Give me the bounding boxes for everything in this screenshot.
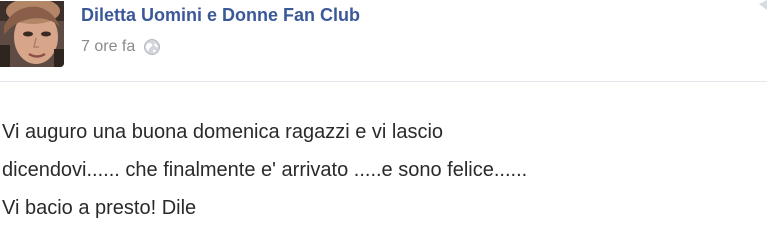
- author-avatar[interactable]: [0, 1, 64, 67]
- post-timestamp[interactable]: 7 ore fa: [81, 38, 135, 56]
- globe-icon[interactable]: [143, 38, 161, 56]
- author-name-link[interactable]: Diletta Uomini e Donne Fan Club: [81, 5, 360, 26]
- post-meta: 7 ore fa: [81, 36, 161, 58]
- post-header: Diletta Uomini e Donne Fan Club 7 ore fa: [0, 0, 767, 82]
- header-divider: [0, 81, 767, 82]
- post-options-indicator[interactable]: [759, 0, 767, 10]
- post-message: Vi auguro una buona domenica ragazzi e v…: [2, 121, 528, 219]
- facebook-post: Diletta Uomini e Donne Fan Club 7 ore fa…: [0, 0, 767, 241]
- avatar-image: [0, 1, 64, 67]
